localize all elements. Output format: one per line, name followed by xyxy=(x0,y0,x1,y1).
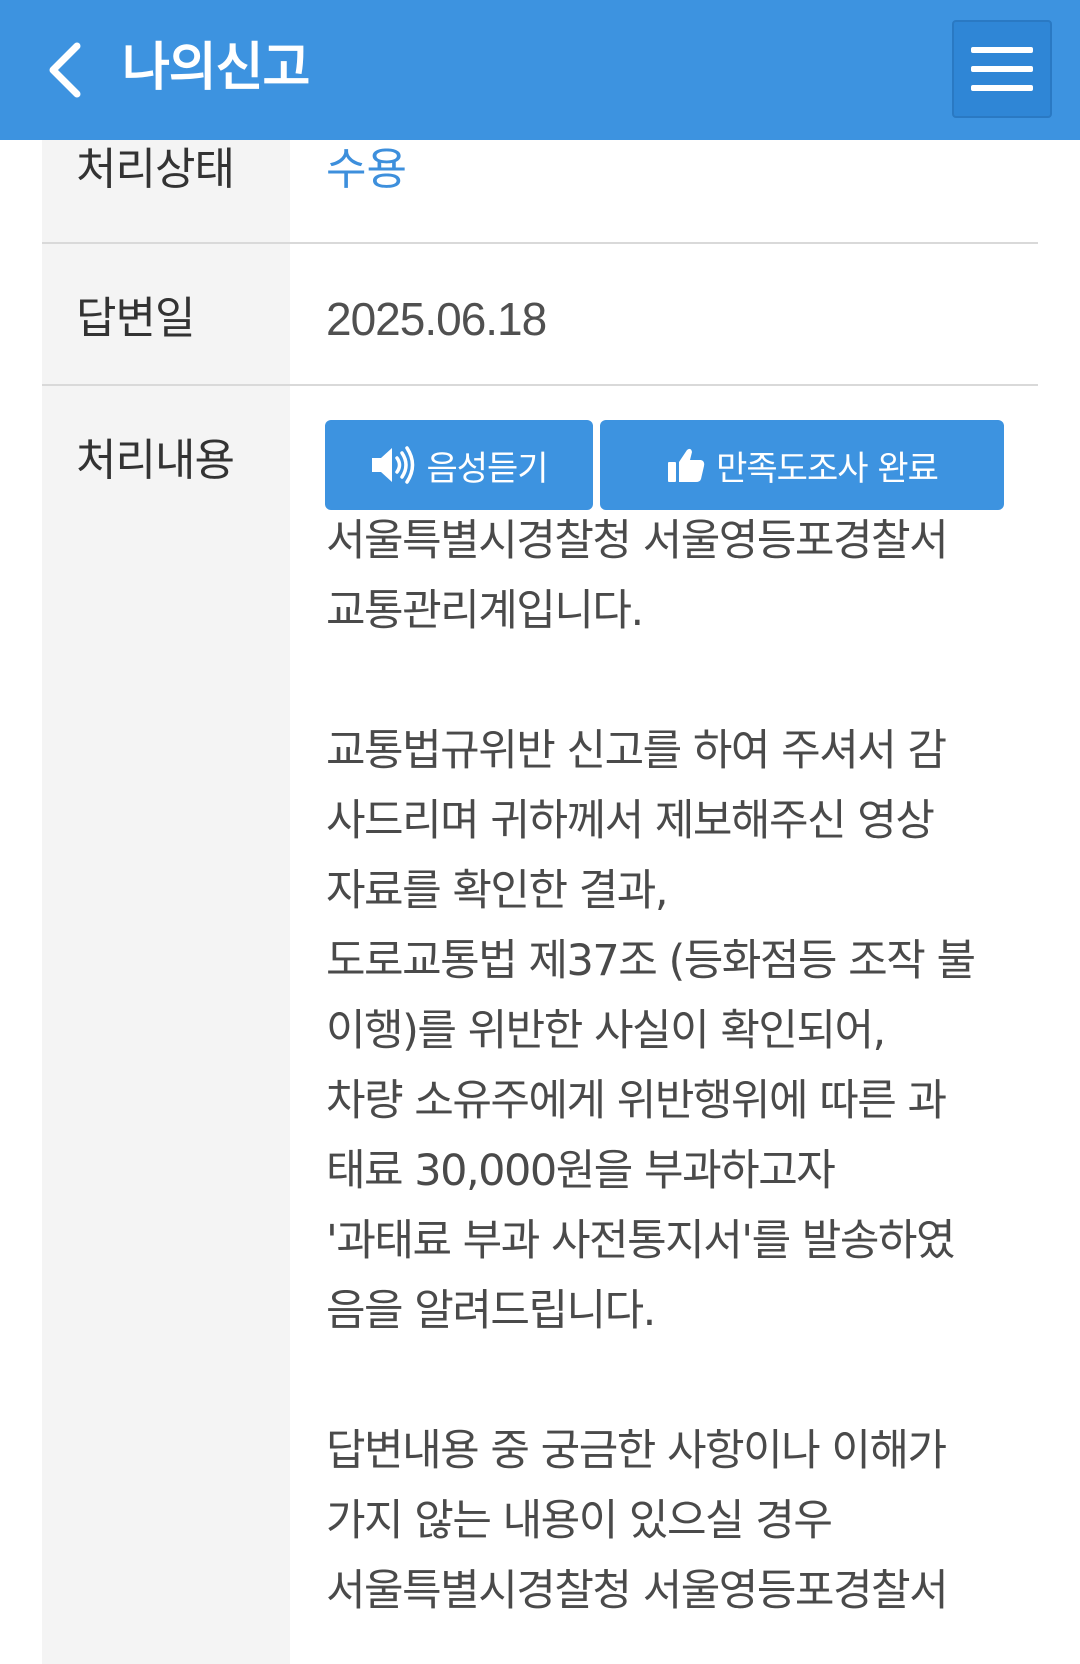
hamburger-menu-icon-line xyxy=(971,85,1033,91)
answer-date-label: 답변일 xyxy=(76,293,195,344)
satisfaction-survey-button[interactable]: 만족도조사 완료 xyxy=(600,420,1004,510)
app-header: 나의신고 xyxy=(0,0,1080,140)
content-row: 처리내용 음성듣기 만족도조사 완료 서울특별시경찰청 서울영등포경찰서교통관리… xyxy=(42,386,1038,1664)
content-label: 처리내용 xyxy=(76,435,235,486)
answer-text-line: 차량 소유주에게 위반행위에 따른 과 xyxy=(326,1076,947,1126)
answer-date-value: 2025.06.18 xyxy=(326,293,547,345)
satisfaction-survey-label: 만족도조사 완료 xyxy=(716,448,939,489)
status-value: 수용 xyxy=(326,144,407,195)
menu-button[interactable] xyxy=(952,20,1052,118)
back-button[interactable] xyxy=(30,30,100,110)
status-label: 처리상태 xyxy=(76,144,235,195)
speaker-icon xyxy=(372,446,415,484)
answer-text-line: 교통관리계입니다. xyxy=(326,586,644,636)
answer-text-line: 가지 않는 내용이 있으실 경우 xyxy=(326,1496,833,1546)
answer-text-line: 자료를 확인한 결과, xyxy=(326,866,669,916)
voice-listen-label: 음성듣기 xyxy=(426,448,548,489)
answer-text-line: 음을 알려드립니다. xyxy=(326,1286,656,1336)
thumbs-up-icon xyxy=(668,448,705,482)
answer-text-line: 서울특별시경찰청 서울영등포경찰서 xyxy=(326,1566,949,1616)
answer-date-row: 답변일 2025.06.18 xyxy=(42,244,1038,386)
answer-text-line: 교통법규위반 신고를 하여 주셔서 감 xyxy=(326,726,947,776)
answer-body-text: 서울특별시경찰청 서울영등포경찰서 교통관리계입니다. 교통법규위반 신고를 하여… xyxy=(326,506,1016,1626)
answer-text-line xyxy=(326,646,1016,716)
report-detail-table: 처리상태 수용 답변일 2025.06.18 처리내용 음성듣기 만족도조사 완… xyxy=(42,140,1038,1664)
chevron-left-icon xyxy=(49,42,81,98)
answer-text-line: 도로교통법 제37조 (등화점등 조작 불 xyxy=(326,936,976,986)
answer-text-line: '과태료 부과 사전통지서'를 발송하였 xyxy=(326,1216,956,1266)
answer-text-line: 이행)를 위반한 사실이 확인되어, xyxy=(326,1006,886,1056)
answer-text-line: 서울특별시경찰청 서울영등포경찰서 xyxy=(326,516,949,566)
status-row: 처리상태 수용 xyxy=(42,140,1038,244)
answer-text-line: 사드리며 귀하께서 제보해주신 영상 xyxy=(326,796,935,846)
answer-text-line xyxy=(326,1346,1016,1416)
hamburger-menu-icon xyxy=(971,47,1033,53)
answer-text-line: 태료 30,000원을 부과하고자 xyxy=(326,1146,836,1196)
answer-text-line: 답변내용 중 궁금한 사항이나 이해가 xyxy=(326,1426,947,1476)
voice-listen-button[interactable]: 음성듣기 xyxy=(325,420,593,510)
page-title: 나의신고 xyxy=(122,38,310,98)
hamburger-menu-icon-line xyxy=(971,66,1033,72)
